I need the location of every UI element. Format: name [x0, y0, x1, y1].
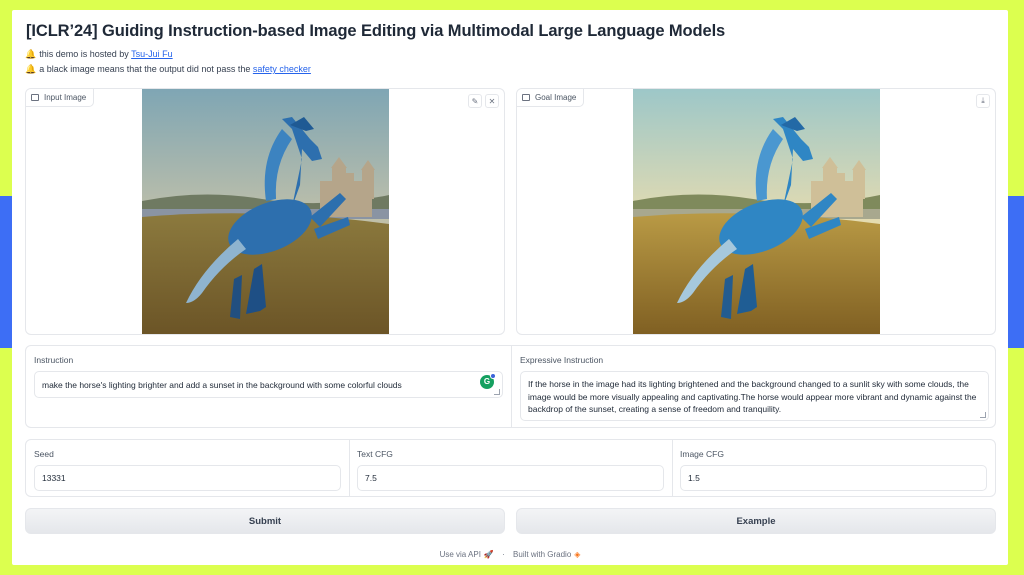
expressive-instruction-label: Expressive Instruction	[520, 355, 604, 365]
grammar-badge-count	[490, 373, 496, 379]
download-icon[interactable]: ⤓	[976, 94, 990, 108]
column-divider	[511, 346, 512, 427]
safety-note-text: a black image means that the output did …	[39, 64, 251, 74]
pencil-icon[interactable]: ✎	[468, 94, 482, 108]
instruction-row: Instruction make the horse's lighting br…	[25, 345, 996, 428]
rocket-icon: 🚀	[483, 550, 494, 559]
safety-checker-link[interactable]: safety checker	[253, 64, 311, 74]
text-cfg-input[interactable]: 7.5	[357, 465, 664, 491]
goal-image-label: Goal Image	[517, 89, 585, 107]
app-page: [ICLR’24] Guiding Instruction-based Imag…	[12, 10, 1008, 565]
goal-horse-picture	[633, 89, 880, 334]
footer-separator: ·	[502, 550, 505, 559]
input-image-label: Input Image	[26, 89, 95, 107]
footer: Use via API 🚀 · Built with Gradio ◈	[12, 550, 1008, 559]
resize-handle[interactable]	[980, 412, 986, 418]
input-horse-picture	[142, 89, 389, 334]
input-image-label-text: Input Image	[44, 93, 87, 102]
close-icon[interactable]: ✕	[485, 94, 499, 108]
input-image[interactable]	[142, 89, 389, 334]
page-title: [ICLR’24] Guiding Instruction-based Imag…	[26, 22, 726, 40]
seed-label: Seed	[34, 449, 54, 459]
goal-image-label-text: Goal Image	[535, 93, 577, 102]
text-cfg-label: Text CFG	[357, 449, 393, 459]
grammar-badge-letter: G	[483, 376, 491, 386]
text-cfg-value: 7.5	[365, 473, 377, 483]
seed-input[interactable]: 13331	[34, 465, 341, 491]
goal-image[interactable]	[633, 89, 880, 334]
expressive-instruction-text: If the horse in the image had its lighti…	[528, 379, 977, 414]
instruction-label: Instruction	[34, 355, 74, 365]
hosted-note: 🔔 this demo is hosted by Tsu-Jui Fu	[25, 49, 173, 60]
seed-value: 13331	[42, 473, 66, 483]
parameter-row: Seed 13331 Text CFG 7.5 Image CFG 1.5	[25, 439, 996, 497]
instruction-input[interactable]: make the horse's lighting brighter and a…	[34, 371, 503, 398]
image-icon	[31, 94, 39, 101]
safety-note: 🔔 a black image means that the output did…	[25, 64, 311, 75]
author-link[interactable]: Tsu-Jui Fu	[131, 49, 173, 59]
goal-image-toolbar: ⤓	[976, 94, 990, 108]
input-image-toolbar: ✎ ✕	[468, 94, 499, 108]
image-cfg-input[interactable]: 1.5	[680, 465, 987, 491]
goal-image-panel[interactable]: Goal Image ⤓	[516, 88, 996, 335]
instruction-text: make the horse's lighting brighter and a…	[42, 380, 402, 390]
gradio-logo-icon: ◈	[574, 550, 581, 559]
image-cfg-label: Image CFG	[680, 449, 724, 459]
hosted-note-text: this demo is hosted by	[39, 49, 129, 59]
image-cfg-value: 1.5	[688, 473, 700, 483]
expressive-instruction-output[interactable]: If the horse in the image had its lighti…	[520, 371, 989, 421]
bell-icon: 🔔	[25, 49, 37, 59]
column-divider	[349, 440, 350, 496]
bell-icon: 🔔	[25, 64, 37, 74]
grammar-check-icon[interactable]: G	[480, 373, 496, 389]
submit-button[interactable]: Submit	[25, 508, 505, 534]
example-button[interactable]: Example	[516, 508, 996, 534]
use-via-api-link[interactable]: Use via API	[440, 550, 481, 559]
image-icon	[522, 94, 530, 101]
input-image-panel[interactable]: Input Image ✎ ✕	[25, 88, 505, 335]
resize-handle[interactable]	[494, 389, 500, 395]
built-with-gradio-link[interactable]: Built with Gradio	[513, 550, 571, 559]
column-divider	[672, 440, 673, 496]
